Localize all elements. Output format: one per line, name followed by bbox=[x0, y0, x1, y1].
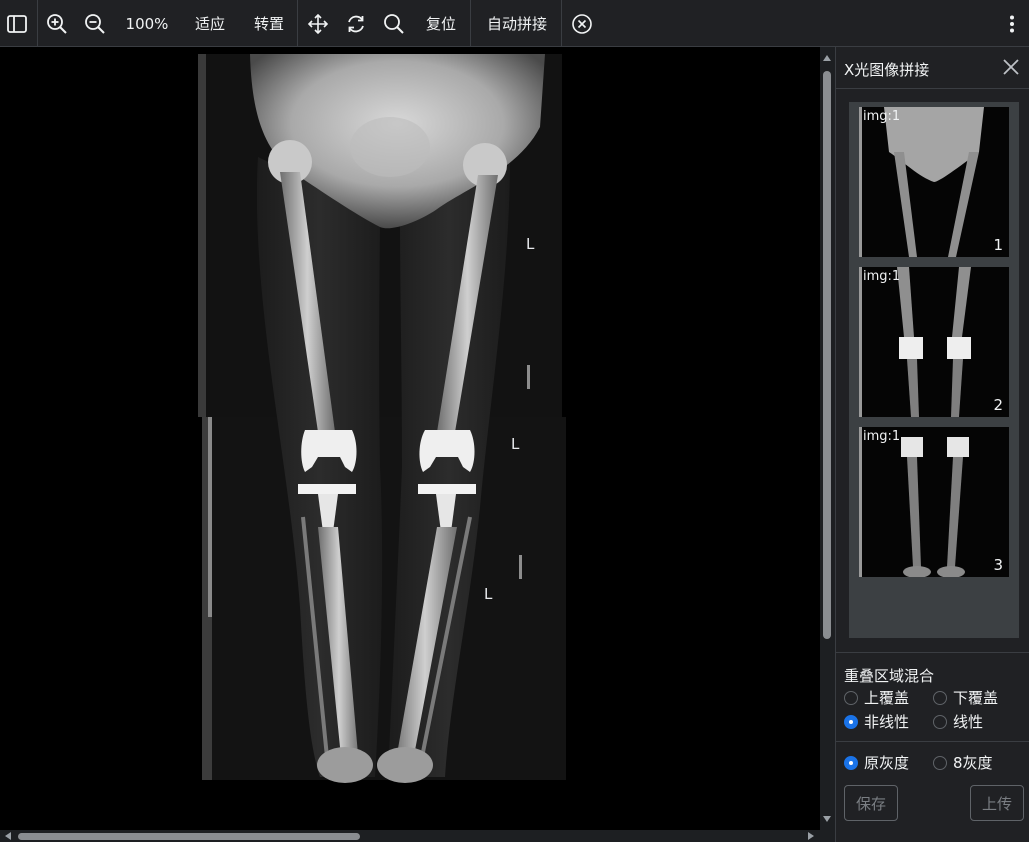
radio-original-gray[interactable]: 原灰度 bbox=[844, 752, 909, 773]
radio-dot[interactable] bbox=[844, 690, 858, 705]
save-button[interactable]: 保存 bbox=[844, 785, 898, 821]
radio-label: 原灰度 bbox=[864, 754, 910, 772]
horizontal-scrollbar[interactable] bbox=[0, 830, 820, 842]
thumbnail-number: 3 bbox=[993, 556, 1003, 574]
more-menu-icon[interactable] bbox=[1000, 0, 1024, 47]
radio-label: 下覆盖 bbox=[953, 689, 999, 707]
side-marker: L bbox=[526, 235, 535, 253]
upload-button[interactable]: 上传 bbox=[970, 785, 1024, 821]
thumbnail-list[interactable]: img:1 1 img:1 2 img:1 3 bbox=[849, 102, 1019, 638]
rotate-button[interactable]: 转置 bbox=[245, 0, 293, 47]
radio-dot[interactable] bbox=[933, 690, 947, 705]
scroll-up-icon[interactable] bbox=[823, 55, 831, 61]
search-icon[interactable] bbox=[381, 0, 407, 47]
thumbnail-label: img:1 bbox=[863, 429, 901, 444]
side-marker: L bbox=[484, 585, 493, 603]
radio-label: 线性 bbox=[953, 713, 984, 731]
scroll-corner bbox=[820, 830, 835, 842]
close-circle-icon[interactable] bbox=[569, 0, 595, 47]
radio-label: 非线性 bbox=[864, 713, 910, 731]
refresh-icon[interactable] bbox=[343, 0, 369, 47]
scroll-right-icon[interactable] bbox=[808, 832, 814, 840]
reset-button[interactable]: 复位 bbox=[416, 0, 466, 47]
thumbnail-3[interactable]: img:1 3 bbox=[859, 427, 1009, 577]
radio-dot[interactable] bbox=[933, 755, 947, 770]
radio-8-gray[interactable]: 8灰度 bbox=[933, 752, 993, 773]
fit-button[interactable]: 适应 bbox=[186, 0, 234, 47]
zoom-out-icon[interactable] bbox=[82, 0, 108, 47]
scroll-left-icon[interactable] bbox=[5, 832, 11, 840]
thumbnail-label: img:1 bbox=[863, 109, 901, 124]
horizontal-scroll-thumb[interactable] bbox=[18, 833, 360, 840]
panel-title: X光图像拼接 bbox=[844, 61, 930, 79]
sidebar-toggle-icon[interactable] bbox=[4, 0, 30, 47]
stitch-panel: X光图像拼接 img:1 1 img:1 2 img:1 3 重叠区域混合 上覆… bbox=[835, 47, 1029, 842]
vertical-scroll-thumb[interactable] bbox=[823, 71, 831, 639]
radio-bottom-overlay[interactable]: 下覆盖 bbox=[933, 687, 998, 708]
auto-stitch-button[interactable]: 自动拼接 bbox=[478, 0, 556, 47]
toolbar: 100% 适应 转置 复位 自动拼接 bbox=[0, 0, 1029, 47]
thumbnail-number: 2 bbox=[993, 396, 1003, 414]
thumbnail-1[interactable]: img:1 1 bbox=[859, 107, 1009, 257]
radio-top-overlay[interactable]: 上覆盖 bbox=[844, 687, 909, 708]
thumbnail-2[interactable]: img:1 2 bbox=[859, 267, 1009, 417]
image-viewer[interactable]: L L L bbox=[0, 47, 820, 830]
radio-dot[interactable] bbox=[933, 714, 947, 729]
side-marker: L bbox=[511, 435, 520, 453]
vertical-scrollbar[interactable] bbox=[820, 47, 835, 830]
scroll-down-icon[interactable] bbox=[823, 816, 831, 822]
xray-image[interactable] bbox=[0, 47, 820, 830]
zoom-level[interactable]: 100% bbox=[118, 0, 176, 47]
radio-dot[interactable] bbox=[844, 755, 858, 770]
radio-nonlinear[interactable]: 非线性 bbox=[844, 711, 909, 732]
radio-label: 8灰度 bbox=[953, 754, 993, 772]
close-icon[interactable] bbox=[1002, 58, 1020, 76]
radio-linear[interactable]: 线性 bbox=[933, 711, 983, 732]
radio-dot[interactable] bbox=[844, 714, 858, 729]
thumbnail-label: img:1 bbox=[863, 269, 901, 284]
zoom-in-icon[interactable] bbox=[44, 0, 70, 47]
overlap-section-title: 重叠区域混合 bbox=[844, 667, 935, 685]
thumbnail-number: 1 bbox=[993, 236, 1003, 254]
move-icon[interactable] bbox=[305, 0, 331, 47]
radio-label: 上覆盖 bbox=[864, 689, 910, 707]
